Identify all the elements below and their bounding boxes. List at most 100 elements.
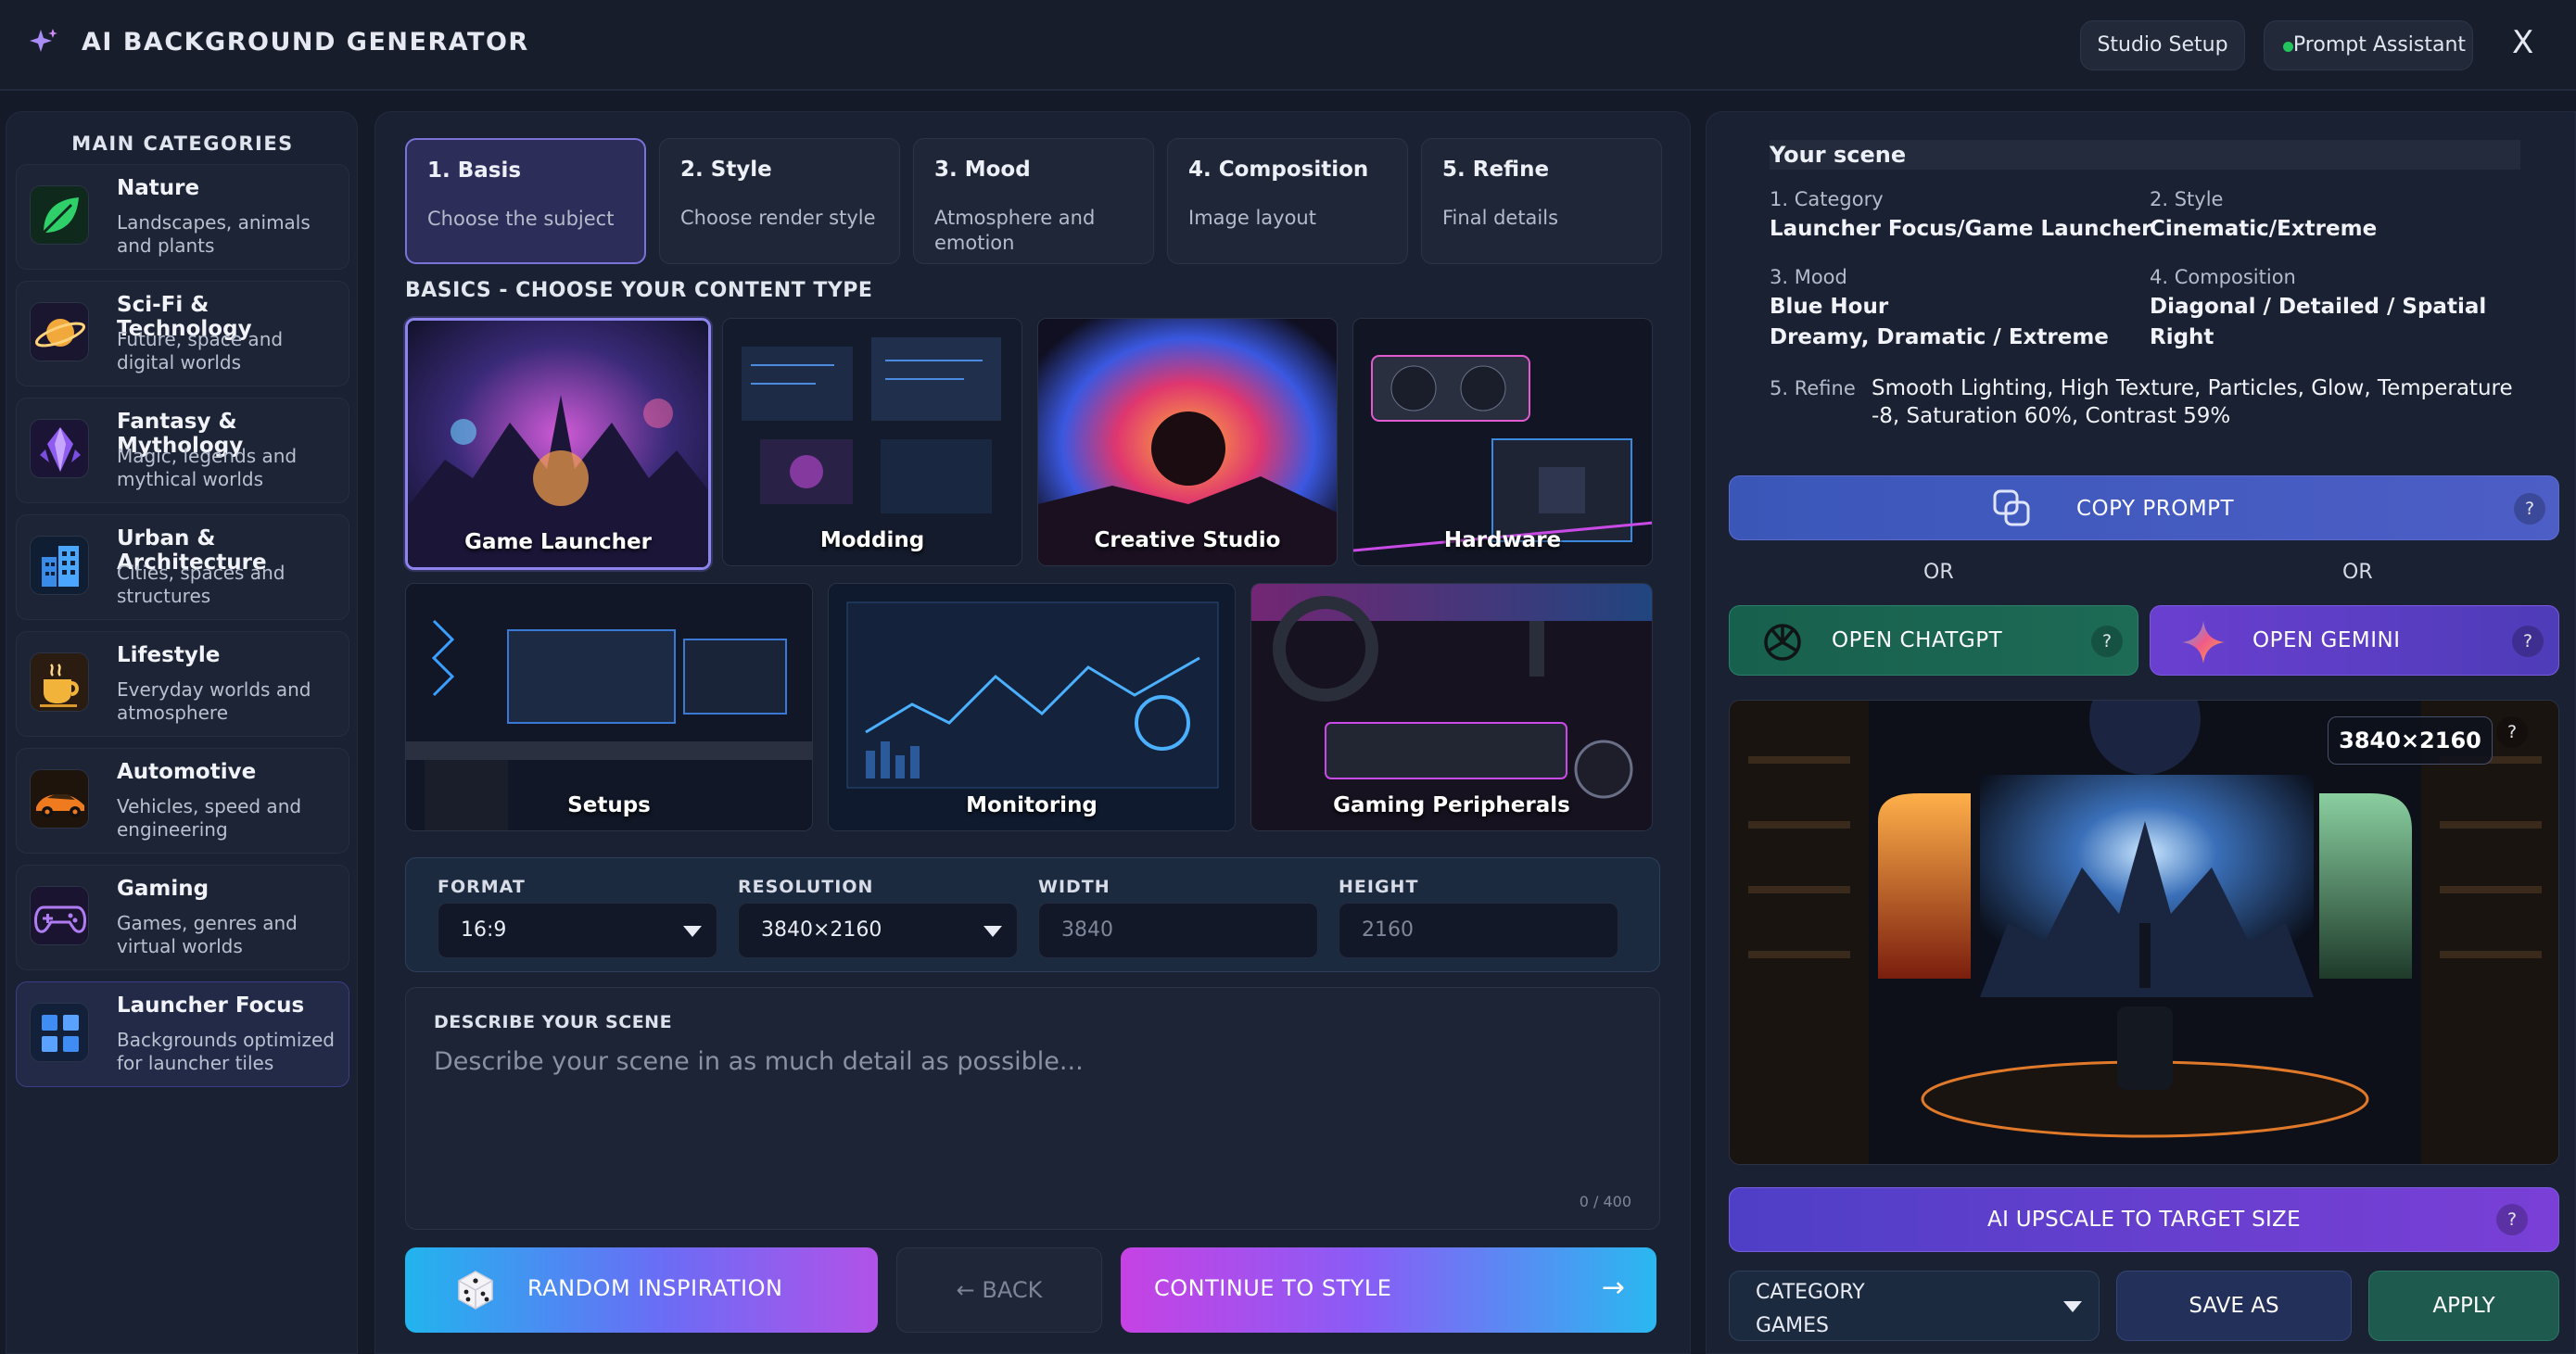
- prompt-assistant-button[interactable]: Prompt Assistant: [2264, 20, 2473, 70]
- format-settings: FORMAT 16:9 RESOLUTION 3840×2160 WIDTH 3…: [405, 857, 1660, 972]
- tile-label: Hardware: [1443, 528, 1562, 552]
- tile-gaming-peripherals[interactable]: Gaming Peripherals: [1250, 583, 1653, 831]
- format-value: 16:9: [461, 918, 507, 942]
- tab-composition[interactable]: 4. Composition Image layout: [1167, 138, 1408, 264]
- sidebar-item-gaming[interactable]: Gaming Games, genres and virtual worlds: [16, 865, 349, 970]
- sidebar-item-fantasy[interactable]: Fantasy & Mythology Magic, legends and m…: [16, 398, 349, 503]
- scene-title: Your scene: [1770, 140, 2520, 170]
- refine-summary-value: Smooth Lighting, High Texture, Particles…: [1872, 376, 2513, 400]
- help-icon[interactable]: ?: [2512, 626, 2544, 657]
- apply-button[interactable]: APPLY: [2368, 1271, 2559, 1341]
- help-icon[interactable]: ?: [2514, 493, 2545, 525]
- tab-title: 2. Style: [680, 158, 772, 182]
- save-as-button[interactable]: SAVE AS: [2116, 1271, 2352, 1341]
- studio-setup-button[interactable]: Studio Setup: [2080, 20, 2245, 70]
- sidebar-item-nature[interactable]: Nature Landscapes, animals and plants: [16, 164, 349, 270]
- ai-upscale-button[interactable]: AI UPSCALE TO TARGET SIZE: [1729, 1187, 2559, 1252]
- copy-prompt-button[interactable]: COPY PROMPT ?: [1729, 475, 2559, 540]
- describe-label: DESCRIBE YOUR SCENE: [434, 1012, 673, 1032]
- sidebar-item-subtitle: Magic, legends and mythical worlds: [117, 445, 298, 490]
- tile-creative-studio[interactable]: Creative Studio: [1037, 318, 1338, 566]
- tile-hardware[interactable]: Hardware: [1352, 318, 1653, 566]
- crystal-icon: [30, 419, 89, 478]
- sidebar-item-launcher-focus[interactable]: Launcher Focus Backgrounds optimized for…: [16, 981, 349, 1087]
- back-button[interactable]: ← BACK: [896, 1247, 1102, 1333]
- scene-description-input[interactable]: [434, 1047, 1630, 1177]
- tile-label: Setups: [567, 793, 651, 817]
- random-inspiration-button[interactable]: RANDOM INSPIRATION: [405, 1247, 878, 1333]
- or-separator: OR: [1923, 561, 1954, 584]
- sidebar-item-title: Lifestyle: [117, 643, 221, 667]
- style-summary-value: Cinematic/Extreme: [2150, 217, 2378, 241]
- tile-monitoring[interactable]: Monitoring: [828, 583, 1236, 831]
- format-select[interactable]: 16:9: [438, 903, 717, 958]
- chevron-down-icon: [983, 926, 1002, 937]
- sidebar-item-scifi[interactable]: Sci-Fi & Technology Future, space and di…: [16, 281, 349, 386]
- planet-icon: [30, 302, 89, 361]
- describe-scene-box: DESCRIBE YOUR SCENE 0 / 400: [405, 987, 1660, 1230]
- open-gemini-button[interactable]: OPEN GEMINI ?: [2150, 605, 2559, 676]
- composition-summary-value: Diagonal / Detailed / Spatial: [2150, 295, 2487, 319]
- width-field[interactable]: 3840: [1038, 903, 1318, 958]
- app-title: AI BACKGROUND GENERATOR: [82, 28, 529, 57]
- tile-setups[interactable]: Setups: [405, 583, 813, 831]
- preview-image: [1729, 700, 2559, 1165]
- sidebar-item-subtitle: Future, space and digital worlds: [117, 328, 284, 373]
- category-summary-label: 1. Category: [1770, 188, 1884, 210]
- tab-title: 1. Basis: [427, 158, 522, 183]
- sidebar-item-subtitle: Landscapes, animals and plants: [117, 211, 311, 257]
- tab-subtitle: Atmosphere and emotion: [934, 207, 1096, 254]
- tab-basis[interactable]: 1. Basis Choose the subject: [405, 138, 646, 264]
- continue-to-style-button[interactable]: CONTINUE TO STYLE →: [1121, 1247, 1656, 1333]
- tile-label: Monitoring: [966, 793, 1098, 817]
- app-header: AI BACKGROUND GENERATOR Studio Setup Pro…: [0, 0, 2576, 91]
- resolution-select[interactable]: 3840×2160: [738, 903, 1018, 958]
- copy-icon: [1993, 489, 2030, 526]
- category-select-value: GAMES: [1756, 1314, 1829, 1337]
- open-gemini-label: OPEN GEMINI: [2252, 628, 2401, 652]
- sidebar-item-title: Nature: [117, 176, 200, 200]
- close-button[interactable]: X: [2512, 24, 2533, 61]
- tab-title: 3. Mood: [934, 158, 1031, 182]
- gemini-star-icon: [2182, 621, 2225, 664]
- tab-title: 5. Refine: [1442, 158, 1550, 182]
- tile-modding[interactable]: Modding: [722, 318, 1022, 566]
- category-select[interactable]: CATEGORY GAMES: [1729, 1271, 2100, 1341]
- help-icon[interactable]: ?: [2091, 626, 2123, 657]
- chatgpt-logo-icon: [1764, 624, 1801, 661]
- preview-resolution-badge: 3840×2160: [2328, 716, 2493, 765]
- help-icon[interactable]: ?: [2496, 1204, 2528, 1235]
- prompt-assistant-label: Prompt Assistant: [2292, 33, 2467, 57]
- sidebar-item-subtitle: Games, genres and virtual worlds: [117, 912, 298, 957]
- refine-summary-label: 5. Refine: [1770, 377, 1856, 399]
- car-icon: [30, 769, 89, 829]
- sidebar-item-urban[interactable]: Urban & Architecture Cities, spaces and …: [16, 514, 349, 620]
- refine-summary-value-2: -8, Saturation 60%, Contrast 59%: [1872, 404, 2231, 428]
- leaf-icon: [30, 185, 89, 245]
- sidebar-item-automotive[interactable]: Automotive Vehicles, speed and engineeri…: [16, 748, 349, 854]
- sidebar-item-subtitle: Everyday worlds and atmosphere: [117, 678, 311, 724]
- tile-game-launcher[interactable]: Game Launcher: [405, 318, 711, 570]
- tab-refine[interactable]: 5. Refine Final details: [1421, 138, 1662, 264]
- tile-label: Creative Studio: [1094, 528, 1281, 552]
- tab-subtitle: Choose the subject: [427, 208, 615, 230]
- sidebar-item-lifestyle[interactable]: Lifestyle Everyday worlds and atmosphere: [16, 631, 349, 737]
- help-icon[interactable]: ?: [2496, 716, 2528, 748]
- dice-icon: [458, 1271, 493, 1310]
- height-field[interactable]: 2160: [1339, 903, 1618, 958]
- open-chatgpt-button[interactable]: OPEN CHATGPT ?: [1729, 605, 2138, 676]
- style-summary-label: 2. Style: [2150, 188, 2224, 210]
- tab-style[interactable]: 2. Style Choose render style: [659, 138, 900, 264]
- tile-label: Modding: [819, 528, 925, 552]
- mood-summary-value-2: Dreamy, Dramatic / Extreme: [1770, 325, 2109, 349]
- sidebar-item-subtitle: Cities, spaces and structures: [117, 562, 286, 607]
- sidebar-item-title: Automotive: [117, 760, 257, 784]
- section-heading: BASICS - CHOOSE YOUR CONTENT TYPE: [405, 279, 873, 302]
- tab-mood[interactable]: 3. Mood Atmosphere and emotion: [913, 138, 1154, 264]
- resolution-label: RESOLUTION: [738, 877, 874, 897]
- composition-summary-value-2: Right: [2150, 325, 2214, 349]
- sidebar-item-title: Gaming: [117, 877, 209, 901]
- tile-label: Gaming Peripherals: [1333, 793, 1570, 817]
- or-separator: OR: [2342, 561, 2373, 584]
- mood-summary-label: 3. Mood: [1770, 266, 1847, 288]
